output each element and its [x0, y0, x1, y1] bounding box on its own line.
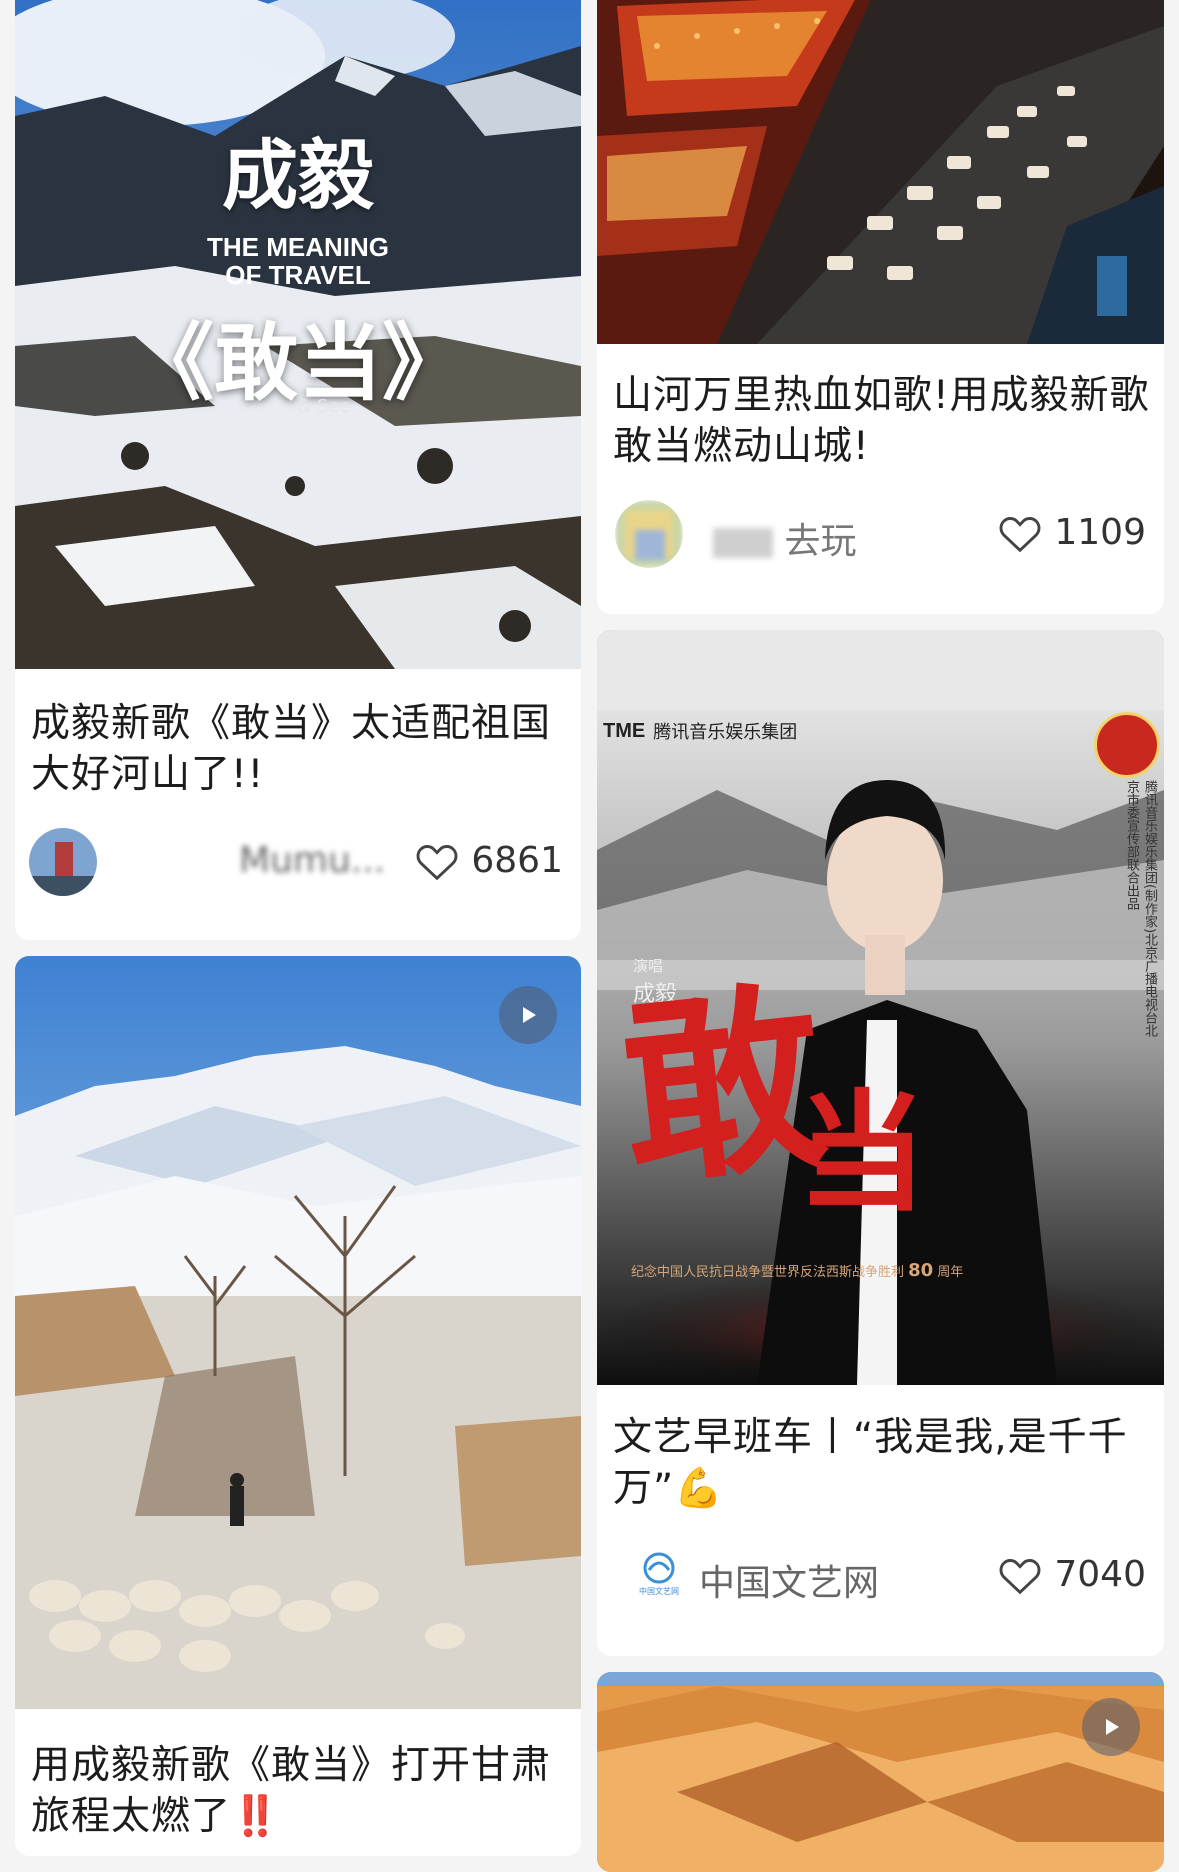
cover-image[interactable] — [597, 0, 1164, 344]
note-card[interactable]: 用成毅新歌《敢当》打开甘肃旅程太燃了‼️ — [15, 956, 581, 1856]
cover-sub-text: THE MEANING — [207, 232, 389, 262]
heart-outline-icon — [416, 844, 458, 880]
note-card[interactable]: TME 腾讯音乐娱乐集团 腾讯音乐娱乐集团(制作家)北京广播电视台北京市委宣传部… — [597, 630, 1164, 1656]
poster-credit-label: 演唱 — [633, 957, 664, 975]
note-card[interactable]: 成毅 THE MEANING OF TRAVEL 《敢当》 & See 成毅新歌… — [15, 0, 581, 940]
cover-image[interactable]: TME 腾讯音乐娱乐集团 腾讯音乐娱乐集团(制作家)北京广播电视台北京市委宣传部… — [597, 630, 1164, 1385]
author-name[interactable]: 去玩 — [713, 512, 856, 564]
cover-sub-text: OF TRAVEL — [225, 260, 371, 290]
avatar-image — [29, 828, 97, 896]
feed: 成毅 THE MEANING OF TRAVEL 《敢当》 & See 成毅新歌… — [0, 0, 1179, 1872]
night-street-image — [597, 0, 1164, 344]
card-meta: 中国文艺网 中国文艺网 7040 — [611, 1538, 1146, 1614]
zgwyw-logo-icon — [643, 1552, 675, 1584]
card-meta: Mumu... 6861 — [29, 824, 563, 900]
like-button[interactable]: 1109 — [998, 512, 1146, 553]
avatar[interactable]: 中国文艺网 — [625, 1542, 693, 1610]
play-icon — [523, 1007, 536, 1023]
avatar-image — [615, 500, 683, 568]
video-play-button[interactable] — [1082, 1698, 1140, 1756]
poster-big-text: 当 — [797, 1083, 928, 1227]
poster-brand: 腾讯音乐娱乐集团 — [653, 722, 798, 743]
card-title[interactable]: 用成毅新歌《敢当》打开甘肃旅程太燃了‼️ — [31, 1740, 567, 1842]
author-name[interactable]: 中国文艺网 — [699, 1554, 879, 1606]
emblem-icon — [1094, 712, 1160, 778]
cover-image[interactable]: 成毅 THE MEANING OF TRAVEL 《敢当》 & See — [15, 0, 581, 669]
card-meta: 去玩 1109 — [611, 496, 1146, 572]
note-card[interactable] — [597, 1672, 1164, 1872]
snowy-village-image — [15, 956, 581, 1709]
note-card[interactable]: 山河万里热血如歌!用成毅新歌敢当燃动山城! 去玩 1109 — [597, 0, 1164, 614]
card-title[interactable]: 文艺早班车丨“我是我,是千千万”💪 — [613, 1412, 1150, 1514]
cover-small-text: & See — [297, 396, 351, 417]
card-title[interactable]: 山河万里热血如歌!用成毅新歌敢当燃动山城! — [613, 370, 1150, 472]
like-count: 7040 — [1054, 1554, 1146, 1595]
card-title[interactable]: 成毅新歌《敢当》太适配祖国大好河山了!! — [31, 698, 567, 800]
desert-dunes-image — [597, 1672, 1164, 1872]
author-name[interactable]: Mumu... — [239, 840, 385, 881]
cover-image[interactable] — [15, 956, 581, 1709]
poster-bottom-text: 纪念中国人民抗日战争暨世界反法西斯战争胜利 80 周年 — [631, 1260, 964, 1281]
heart-outline-icon — [999, 1558, 1041, 1594]
like-count: 6861 — [471, 840, 563, 881]
poster-side-text: 腾讯音乐娱乐集团(制作家)北京广播电视台北京市委宣传部联合出品 — [1124, 780, 1157, 1038]
video-play-button[interactable] — [499, 986, 557, 1044]
play-icon — [1106, 1719, 1119, 1735]
like-count: 1109 — [1054, 512, 1146, 553]
tme-logo-icon: TME — [603, 719, 646, 742]
avatar[interactable] — [29, 828, 97, 896]
like-button[interactable]: 6861 — [415, 840, 563, 881]
author-name-masked — [713, 528, 773, 558]
cover-image[interactable] — [597, 1672, 1164, 1872]
poster-brand-bar: TME 腾讯音乐娱乐集团 — [603, 718, 797, 744]
heart-outline-icon — [999, 516, 1041, 552]
cover-main-text: 成毅 — [222, 131, 374, 220]
avatar[interactable] — [615, 500, 683, 568]
avatar-caption: 中国文艺网 — [639, 1587, 679, 1596]
like-button[interactable]: 7040 — [998, 1554, 1146, 1595]
